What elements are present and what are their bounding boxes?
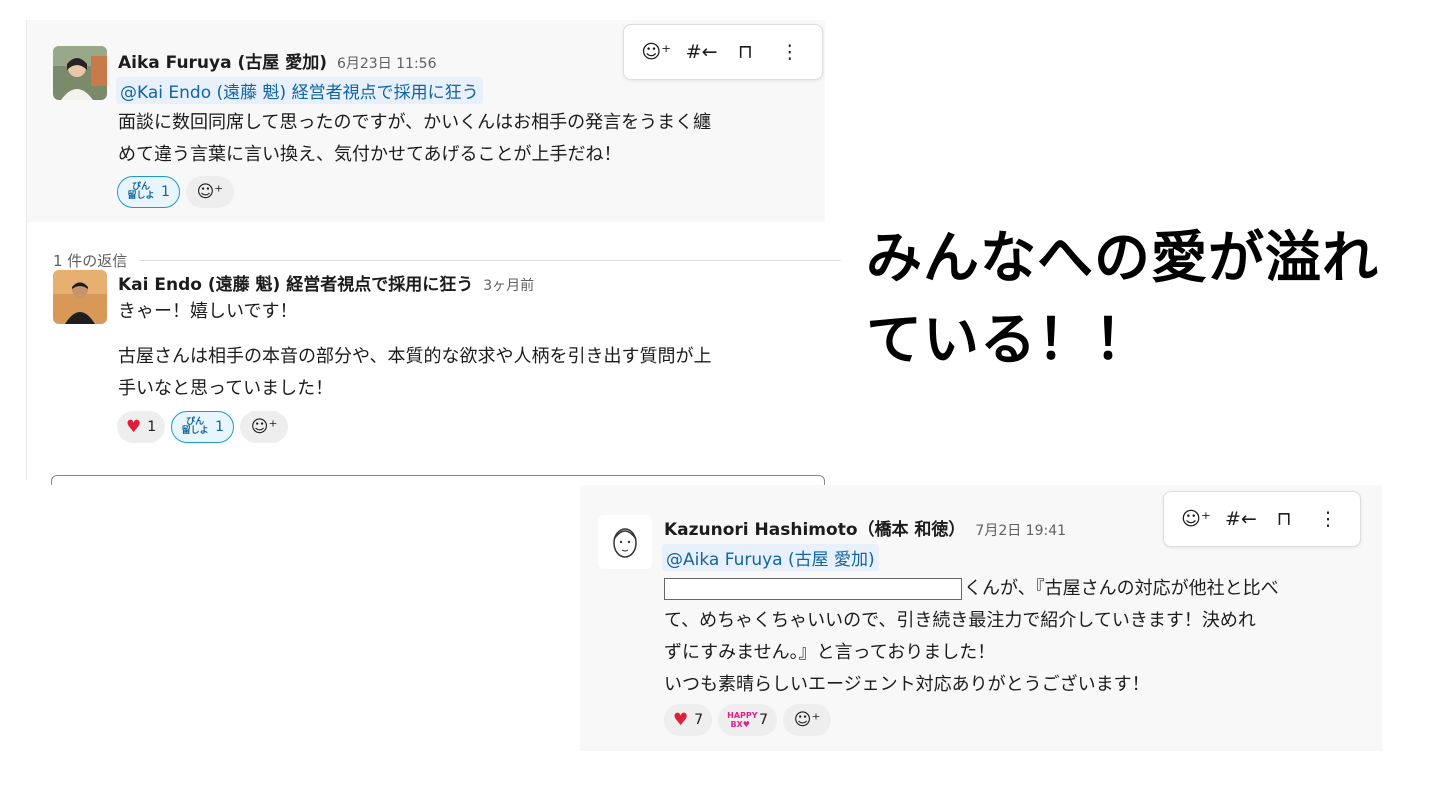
add-reaction-icon: ☺⁺ [793, 709, 821, 730]
reply-count-divider: 1 件の返信 [53, 250, 841, 271]
pin-emoji-icon: ぴん 留しよ [127, 182, 155, 201]
thread-panel: Aika Furuya (古屋 愛加) 6月23日 11:56 @Kai Endo… [26, 20, 841, 485]
avatar-kazunori[interactable] [598, 515, 652, 569]
message-text-line: 面談に数回同席して思ったのですが、かいくんはお相手の発言をうまく纏 [118, 112, 712, 133]
reaction-count: 1 [147, 419, 157, 435]
add-reaction-button[interactable]: ☺⁺ [185, 176, 234, 208]
headline-caption: みんなへの愛が溢れ ている！！ [866, 218, 1379, 382]
message-text-line: めて違う言葉に言い換え、気付かせてあげることが上手だね！ [118, 144, 622, 165]
message-input-edge[interactable] [51, 475, 825, 485]
message-text-line: ずにすみません。』と言っておりました！ [664, 642, 996, 663]
timestamp[interactable]: 3ヶ月前 [483, 278, 534, 294]
add-reaction-icon[interactable]: ☺⁺ [1181, 508, 1211, 530]
author-label[interactable]: Aika Furuya (古屋 愛加) [118, 53, 327, 73]
avatar-kai[interactable] [53, 270, 107, 324]
reaction-bar: ぴん 留しよ 1 ☺⁺ [117, 176, 234, 208]
add-reaction-icon: ☺⁺ [196, 181, 224, 202]
message-actions-toolbar: ☺⁺ #← ⊓ ⋮ [1163, 491, 1361, 547]
reply-in-thread-icon[interactable]: #← [1225, 508, 1257, 530]
reply-count-label[interactable]: 1 件の返信 [53, 250, 127, 271]
reaction-count: 7 [759, 712, 769, 728]
heart-icon: ♥ [673, 709, 689, 730]
avatar-aika[interactable] [53, 46, 107, 100]
reaction-heart[interactable]: ♥ 1 [117, 411, 166, 443]
author-name[interactable]: Kazunori Hashimoto（橋本 和徳） 7月2日 19:41 [664, 515, 1066, 540]
reaction-count: 1 [161, 184, 170, 200]
bookmark-icon[interactable]: ⊓ [730, 41, 760, 63]
reaction-happy[interactable]: HAPPY BX♥ 7 [718, 704, 778, 736]
add-reaction-button[interactable]: ☺⁺ [783, 704, 832, 736]
author-label[interactable]: Kazunori Hashimoto（橋本 和徳） [664, 520, 965, 540]
user-mention[interactable]: @Kai Endo (遠藤 魁) 経営者視点で採用に狂う [116, 77, 483, 104]
message-text-fragment: くんが、『古屋さんの対応が他社と比べ [964, 578, 1279, 599]
timestamp[interactable]: 6月23日 11:56 [337, 56, 437, 72]
redacted-text [664, 578, 962, 600]
reaction-heart[interactable]: ♥ 7 [664, 704, 713, 736]
reaction-bar: ♥ 1 ぴん 留しよ 1 ☺⁺ [117, 411, 289, 443]
more-actions-icon[interactable]: ⋮ [1313, 508, 1343, 530]
reply-in-thread-icon[interactable]: #← [686, 41, 718, 63]
message-text-line: いつも素晴らしいエージェント対応ありがとうございます！ [664, 674, 1150, 695]
happy-emoji-icon: HAPPY BX♥ [727, 711, 758, 729]
reaction-pin[interactable]: ぴん 留しよ 1 [117, 176, 180, 208]
heart-icon: ♥ [126, 416, 142, 437]
message-text-line: 古屋さんは相手の本音の部分や、本質的な欲求や人柄を引き出す質問が上 [118, 346, 712, 367]
add-reaction-icon[interactable]: ☺⁺ [641, 41, 671, 63]
message-aika: Aika Furuya (古屋 愛加) 6月23日 11:56 @Kai Endo… [27, 20, 825, 222]
reaction-count: 1 [215, 419, 225, 435]
headline-line: みんなへの愛が溢れ [866, 226, 1379, 291]
reaction-count: 7 [694, 712, 704, 728]
message-actions-toolbar: ☺⁺ #← ⊓ ⋮ [623, 24, 823, 80]
message-text-line: くんが、『古屋さんの対応が他社と比べ [664, 573, 1279, 605]
bookmark-icon[interactable]: ⊓ [1269, 508, 1299, 530]
message-text-line: 手いなと思っていました！ [118, 378, 334, 399]
timestamp[interactable]: 7月2日 19:41 [975, 523, 1066, 539]
message-kazunori: Kazunori Hashimoto（橋本 和徳） 7月2日 19:41 @Aik… [580, 485, 1382, 751]
user-mention[interactable]: @Aika Furuya (古屋 愛加) [662, 544, 879, 571]
add-reaction-icon: ☺⁺ [250, 416, 278, 437]
divider-line [139, 260, 841, 261]
reaction-pin[interactable]: ぴん 留しよ 1 [171, 411, 235, 443]
message-text-line: て、めちゃくちゃいいので、引き続き最注力で紹介していきます！決めれ [664, 610, 1256, 631]
author-name[interactable]: Aika Furuya (古屋 愛加) 6月23日 11:56 [118, 48, 437, 73]
reaction-bar: ♥ 7 HAPPY BX♥ 7 ☺⁺ [664, 704, 832, 736]
author-name[interactable]: Kai Endo (遠藤 魁) 経営者視点で採用に狂う 3ヶ月前 [118, 270, 534, 295]
more-actions-icon[interactable]: ⋮ [775, 41, 805, 63]
message-text-line: きゃー！嬉しいです！ [118, 301, 298, 322]
headline-line: ている！！ [866, 308, 1151, 373]
add-reaction-button[interactable]: ☺⁺ [240, 411, 289, 443]
pin-emoji-icon: ぴん 留しよ [181, 417, 209, 436]
author-label[interactable]: Kai Endo (遠藤 魁) 経営者視点で採用に狂う [118, 275, 473, 295]
